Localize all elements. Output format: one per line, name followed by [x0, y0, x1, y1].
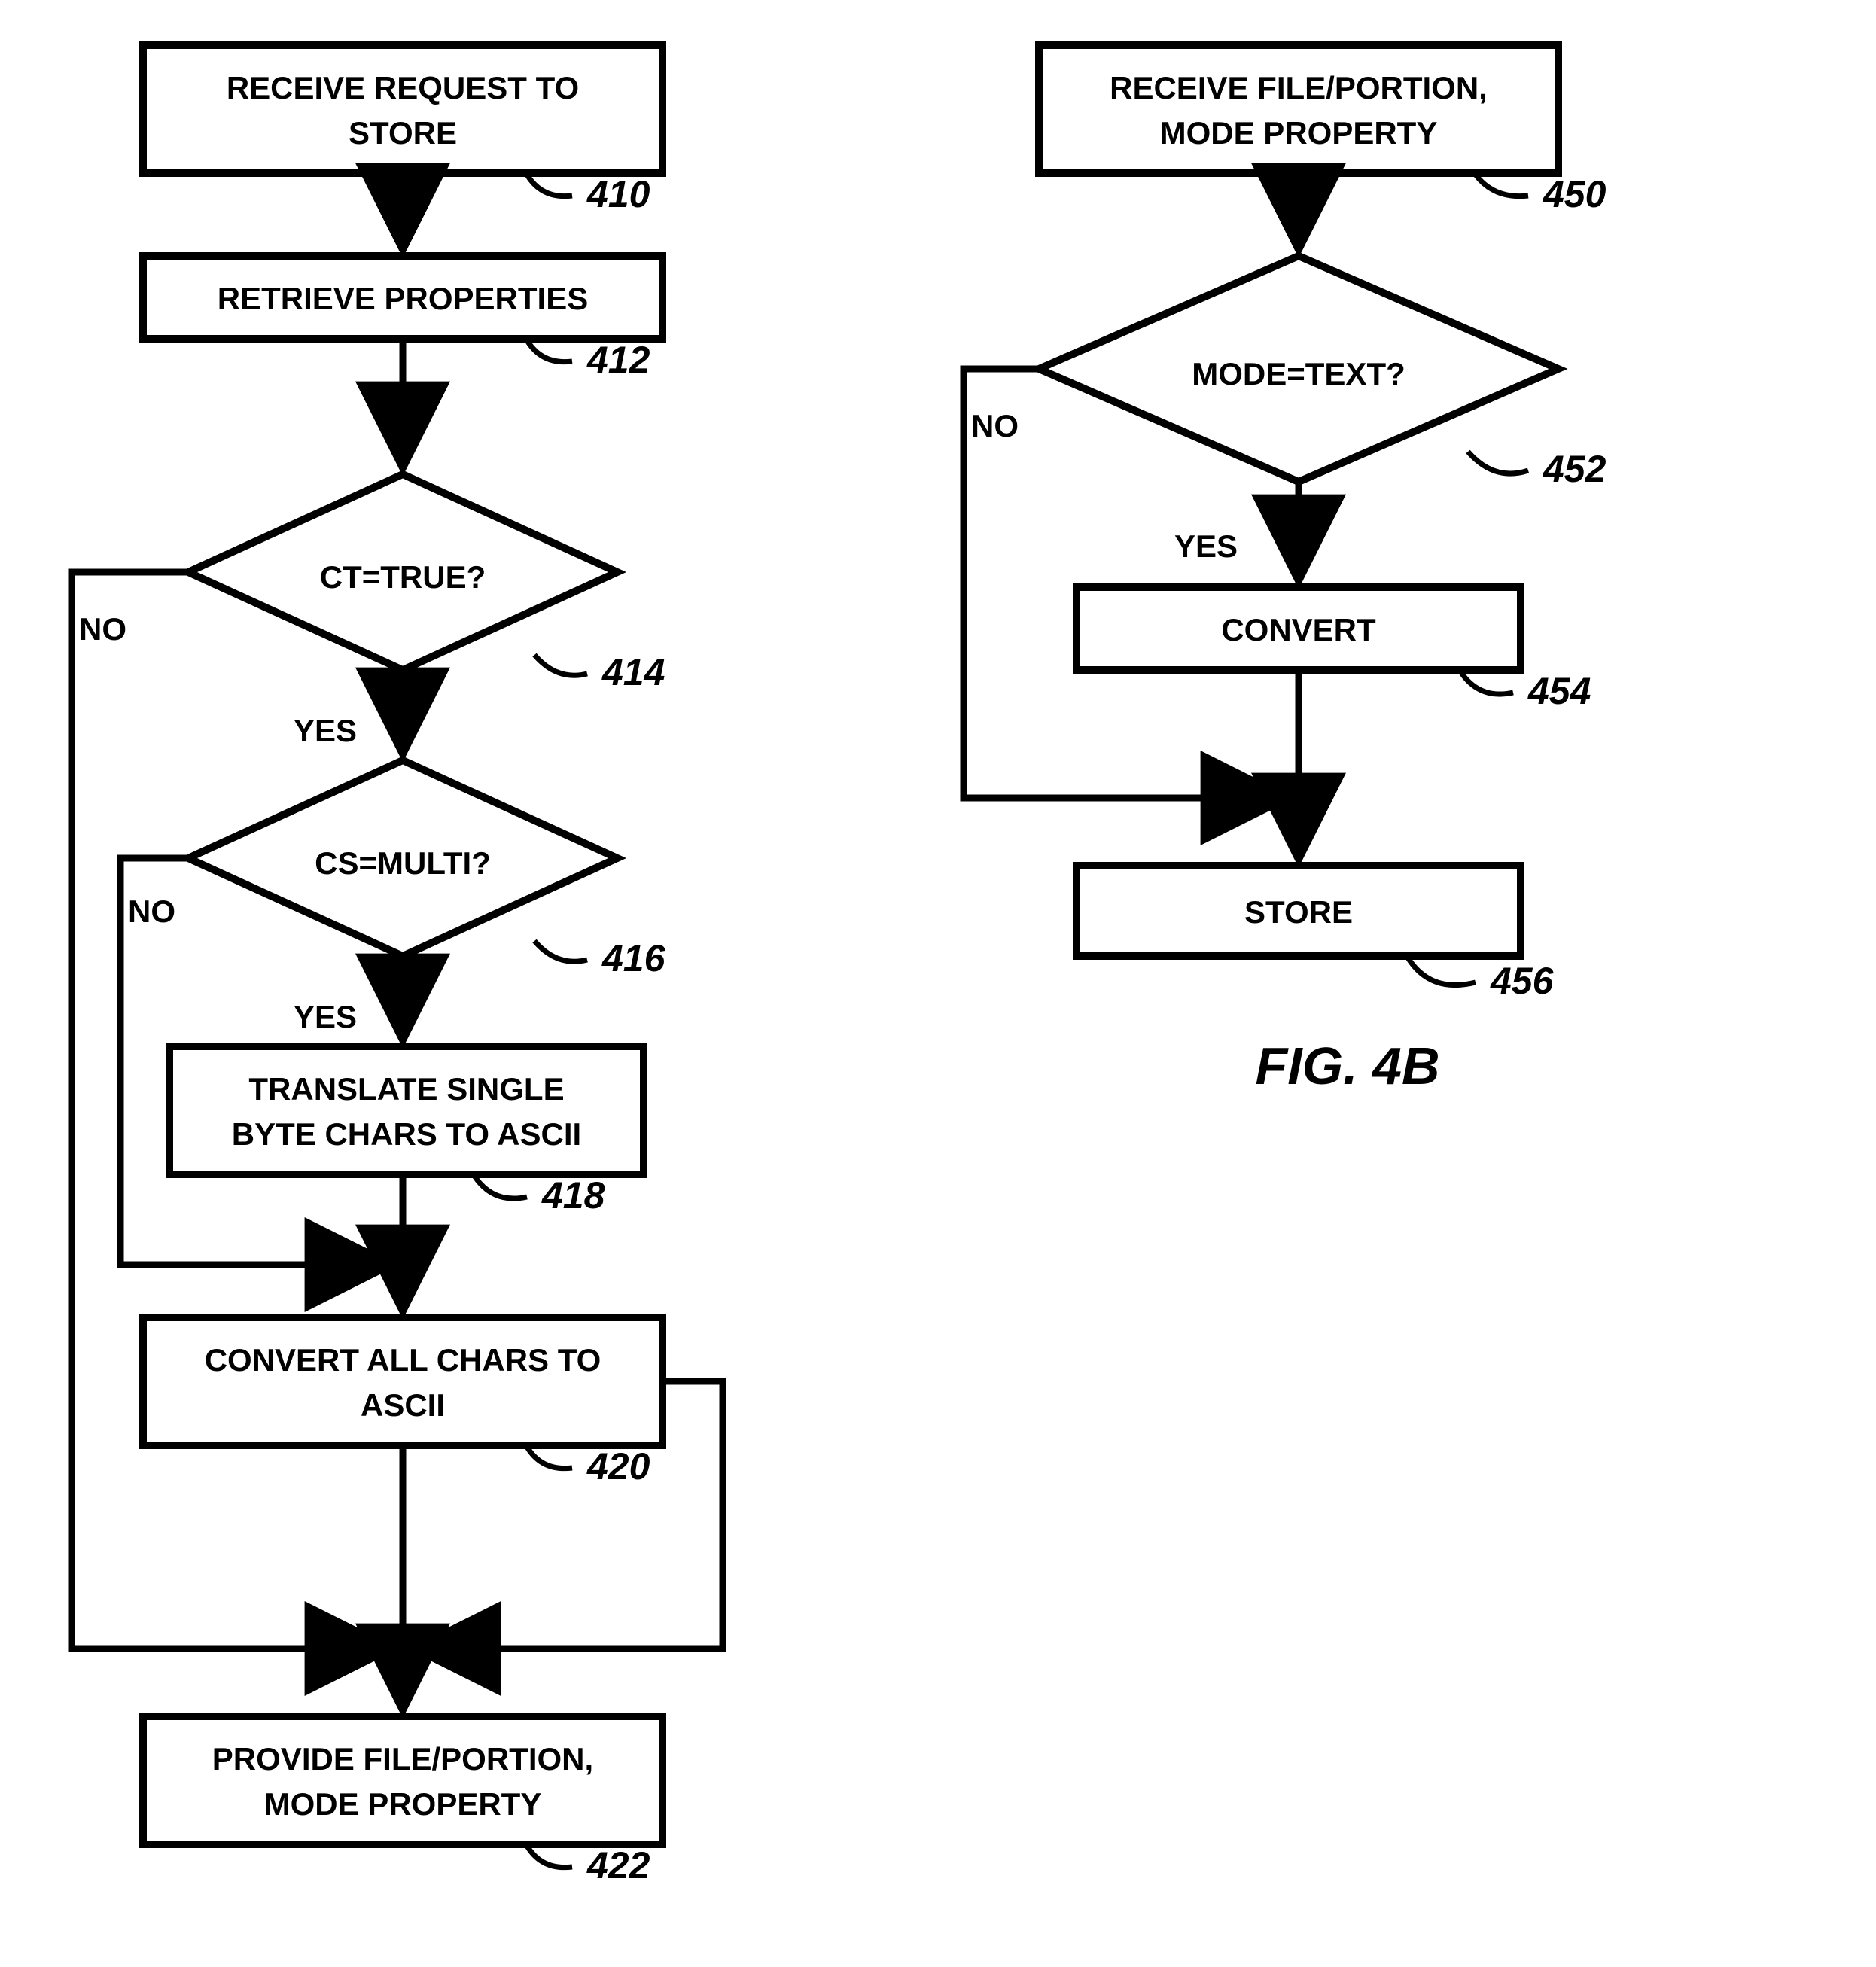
label-416-yes: YES — [294, 999, 357, 1034]
ref-tail-410 — [527, 175, 572, 196]
diamond-416-text: CS=MULTI? — [315, 845, 491, 881]
box-412-text: RETRIEVE PROPERTIES — [218, 281, 588, 316]
box-418-text-1: TRANSLATE SINGLE — [248, 1071, 564, 1107]
label-414-yes: YES — [294, 713, 357, 748]
box-420 — [143, 1317, 662, 1445]
ref-tail-454 — [1460, 671, 1513, 694]
label-452-yes: YES — [1174, 528, 1238, 564]
ref-418: 418 — [541, 1174, 605, 1216]
ref-tail-452 — [1468, 452, 1528, 473]
box-420-text-1: CONVERT ALL CHARS TO — [205, 1342, 601, 1378]
box-422 — [143, 1716, 662, 1844]
ref-414: 414 — [601, 651, 665, 693]
box-422-text-1: PROVIDE FILE/PORTION, — [212, 1741, 593, 1777]
ref-456: 456 — [1490, 960, 1555, 1002]
ref-tail-450 — [1476, 175, 1528, 196]
ref-tail-422 — [527, 1846, 572, 1868]
ref-tail-418 — [474, 1176, 527, 1198]
box-418 — [169, 1046, 644, 1174]
box-454-text: CONVERT — [1221, 612, 1376, 647]
ref-tail-412 — [527, 340, 572, 362]
box-450-text-2: MODE PROPERTY — [1160, 115, 1438, 151]
ref-416: 416 — [601, 937, 666, 979]
diamond-452-text: MODE=TEXT? — [1192, 356, 1405, 391]
box-420-text-2: ASCII — [361, 1387, 445, 1423]
label-452-no: NO — [971, 408, 1019, 443]
ref-tail-420 — [527, 1447, 572, 1469]
box-418-text-2: BYTE CHARS TO ASCII — [232, 1116, 581, 1152]
ref-450: 450 — [1543, 173, 1606, 215]
ref-tail-414 — [534, 655, 587, 675]
ref-420: 420 — [586, 1445, 650, 1487]
box-410-text-1: RECEIVE REQUEST TO — [227, 70, 579, 105]
ref-tail-456 — [1408, 958, 1476, 985]
box-450-text-1: RECEIVE FILE/PORTION, — [1110, 70, 1488, 105]
ref-410: 410 — [586, 173, 650, 215]
ref-tail-416 — [534, 941, 587, 961]
box-456-text: STORE — [1244, 894, 1353, 930]
label-414-no: NO — [79, 611, 126, 647]
ref-422: 422 — [586, 1844, 650, 1886]
box-422-text-2: MODE PROPERTY — [264, 1786, 542, 1822]
box-450 — [1039, 45, 1558, 173]
ref-454: 454 — [1527, 670, 1591, 712]
box-410 — [143, 45, 662, 173]
diamond-414-text: CT=TRUE? — [320, 559, 486, 595]
ref-452: 452 — [1543, 448, 1606, 490]
box-410-text-2: STORE — [349, 115, 457, 151]
label-416-no: NO — [128, 894, 175, 929]
figure-label-4b: FIG. 4B — [1255, 1037, 1439, 1095]
ref-412: 412 — [586, 339, 650, 381]
